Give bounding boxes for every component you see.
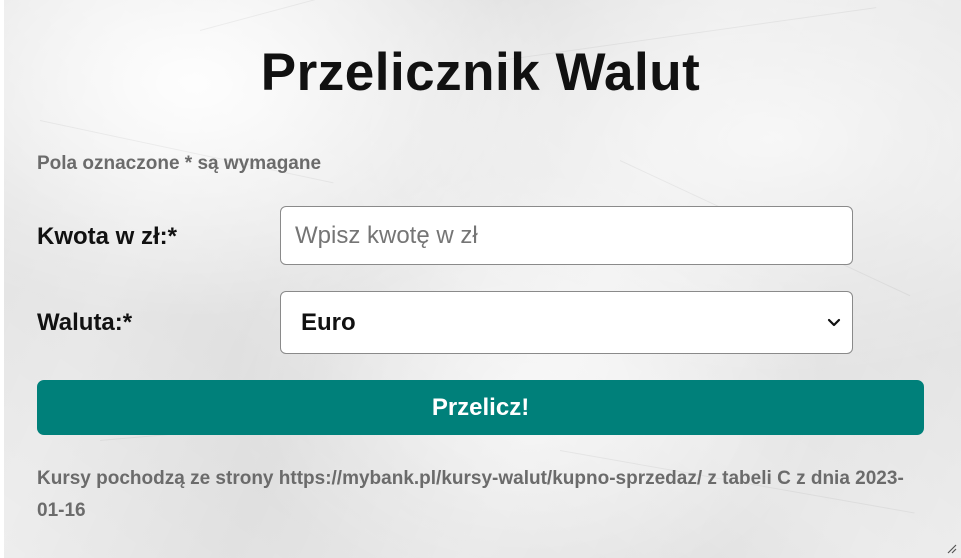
currency-label: Waluta:* [37, 309, 133, 336]
paper-crease [199, 0, 442, 31]
convert-button[interactable]: Przelicz! [37, 380, 924, 435]
resize-handle-icon[interactable] [945, 542, 957, 554]
page-title: Przelicznik Walut [260, 43, 701, 102]
page-background: Przelicznik Walut Pola oznaczone * są wy… [0, 0, 961, 558]
currency-selected-value: Euro [301, 309, 356, 336]
required-fields-note: Pola oznaczone * są wymagane [37, 153, 322, 174]
currency-select[interactable]: Euro [280, 291, 853, 354]
rates-source-note: Kursy pochodzą ze strony https://mybank.… [37, 468, 904, 521]
amount-input[interactable] [280, 206, 853, 265]
chevron-down-icon [827, 318, 841, 327]
amount-label: Kwota w zł:* [37, 223, 178, 250]
